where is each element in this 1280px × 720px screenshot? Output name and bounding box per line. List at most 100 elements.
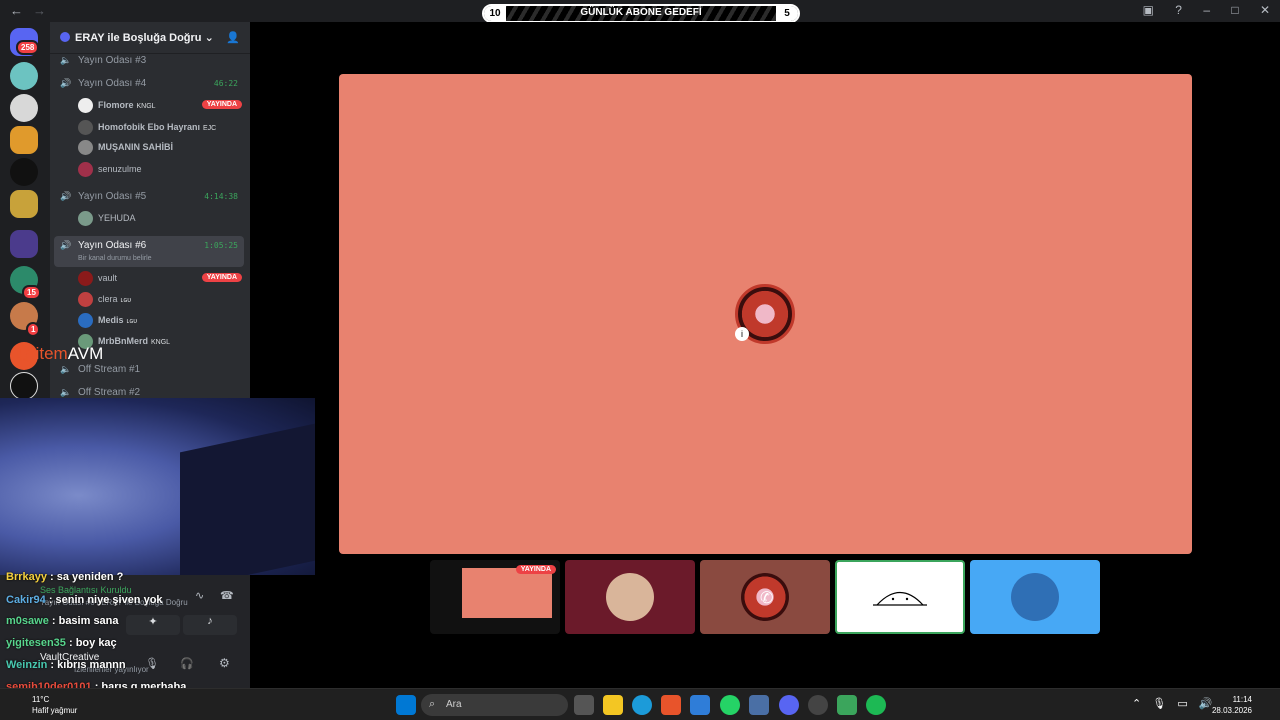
store-icon[interactable]: [661, 695, 681, 715]
speaker-icon: 🔈: [60, 387, 72, 397]
mail-icon[interactable]: [690, 695, 710, 715]
spotify-icon[interactable]: [866, 695, 886, 715]
maximize-button[interactable]: □: [1231, 3, 1238, 17]
server-badge-icon: [60, 32, 70, 42]
disconnect-icon[interactable]: ☎: [220, 589, 234, 602]
server-name: ERAY ile Boşluğa Doğru: [75, 32, 202, 44]
user-badge-icon: i: [735, 327, 749, 341]
focused-stream[interactable]: i: [339, 74, 1192, 554]
avatar: [78, 98, 93, 113]
goal-target: 5: [776, 6, 798, 21]
channel-label: Yayın Odası #6: [78, 240, 147, 251]
chat-message: Cakir94 : senin niye şiven yok: [6, 594, 163, 606]
channel-status[interactable]: Bir kanal durumu belirle: [78, 255, 152, 262]
steam-icon[interactable]: [749, 695, 769, 715]
discover-icon[interactable]: [10, 372, 38, 400]
participant-tile[interactable]: [565, 560, 695, 634]
volume-icon[interactable]: 🔊: [1199, 698, 1213, 710]
taskbar-clock[interactable]: 11:14 28.03.2026: [1212, 694, 1252, 716]
server-icon-4[interactable]: [10, 158, 38, 186]
search-icon: ⌕: [429, 698, 436, 710]
file-explorer-icon[interactable]: [603, 695, 623, 715]
voice-user[interactable]: senuzulme: [78, 161, 248, 179]
server-icon-1[interactable]: [10, 62, 38, 90]
server-icon-2[interactable]: [10, 94, 38, 122]
voice-channel-3[interactable]: 🔈 Yayın Odası #3: [54, 51, 244, 71]
voice-channel-6[interactable]: 🔊 Yayın Odası #6 1:05:25 Bir kanal durumu…: [54, 236, 244, 267]
whatsapp-icon[interactable]: [720, 695, 740, 715]
user-settings-gear-icon[interactable]: ⚙: [219, 656, 230, 670]
user-name: MUŞANIN SAHİBİ: [98, 142, 174, 152]
server-badge-15: 15: [22, 285, 41, 300]
shopping-bag-icon: 🛍: [14, 344, 36, 363]
user-name: YEHUDA: [98, 213, 136, 223]
voice-user[interactable]: YEHUDA: [78, 210, 248, 228]
channel-label: Off Stream #2: [78, 387, 141, 398]
participant-tile-stream[interactable]: YAYINDA: [430, 560, 560, 634]
voice-user[interactable]: clera ʟɢᴜ: [78, 291, 248, 309]
search-placeholder: Ara: [446, 699, 462, 710]
user-name: clera: [98, 294, 118, 304]
chat-message: Weinzin : kıbrıs mannn: [6, 659, 126, 671]
voice-user[interactable]: Flomore KNGL YAYINDA: [78, 97, 248, 115]
app-icon[interactable]: [837, 695, 857, 715]
user-name: senuzulme: [98, 164, 142, 174]
taskbar-search[interactable]: ⌕ Ara: [421, 694, 568, 716]
soundboard-button[interactable]: ♪: [183, 615, 237, 635]
minimize-button[interactable]: –: [1203, 3, 1210, 17]
back-arrow-icon[interactable]: ←: [10, 3, 23, 18]
user-name: vault: [98, 273, 118, 283]
speaker-icon: 🔊: [60, 191, 72, 201]
chevron-up-icon[interactable]: ⌃: [1132, 698, 1141, 710]
server-badge-1: 1: [26, 322, 41, 337]
user-tag: KNGL: [136, 103, 156, 110]
chat-message: yigitesen35 : boy kaç: [6, 637, 117, 649]
windows-start-icon[interactable]: [396, 695, 416, 715]
server-header[interactable]: ERAY ile Boşluğa Doğru ⌄ 👤: [50, 22, 250, 54]
server-icon-3[interactable]: [10, 126, 38, 154]
windows-taskbar: 11°C Hafif yağmur ⌕ Ara ⌃ 🎙 ▭ 🔊 11:14 28.…: [0, 688, 1280, 720]
server-folder-1[interactable]: [10, 190, 38, 218]
voice-user[interactable]: MUŞANIN SAHİBİ: [78, 139, 248, 157]
voice-user[interactable]: vault YAYINDA: [78, 270, 248, 288]
close-button[interactable]: ✕: [1260, 3, 1270, 17]
microphone-tray-icon[interactable]: 🎙: [1152, 698, 1166, 710]
voice-channel-4[interactable]: 🔊 Yayın Odası #4 46:22: [54, 74, 244, 94]
voice-channel-5[interactable]: 🔊 Yayın Odası #5 4:14:38: [54, 187, 244, 207]
obs-icon[interactable]: [808, 695, 828, 715]
live-badge: YAYINDA: [201, 273, 242, 282]
inbox-icon[interactable]: ▣: [1143, 3, 1154, 17]
clock-date: 28.03.2026: [1211, 706, 1252, 715]
participant-tile[interactable]: [835, 560, 965, 634]
forward-arrow-icon[interactable]: →: [33, 3, 46, 18]
weather-widget[interactable]: 11°C Hafif yağmur: [32, 694, 77, 716]
help-icon[interactable]: ?: [1175, 3, 1182, 17]
voice-user[interactable]: MrbBnMerd KNGL: [78, 333, 248, 351]
speaker-icon: 🔊: [60, 240, 72, 250]
discord-icon[interactable]: [779, 695, 799, 715]
voice-user[interactable]: Homofobik Ebo Hayranı EJC: [78, 119, 248, 137]
headphones-icon[interactable]: 🎧: [180, 657, 194, 670]
microphone-icon[interactable]: 🎙: [145, 657, 159, 670]
task-view-icon[interactable]: [574, 695, 594, 715]
channel-timer: 46:22: [213, 79, 238, 88]
user-tag: ʟɢᴜ: [126, 318, 138, 325]
brand-logo: 🛍itemAVM: [14, 344, 104, 363]
activities-button[interactable]: ✦: [126, 615, 180, 635]
chat-message: Brrkayy : sa yeniden ?: [6, 571, 124, 583]
streamer-avatar: i: [735, 284, 795, 344]
noise-suppression-icon[interactable]: ∿: [195, 589, 204, 602]
edge-icon[interactable]: [632, 695, 652, 715]
server-folder-2[interactable]: [10, 230, 38, 258]
add-user-icon[interactable]: 👤: [226, 31, 240, 44]
voice-user[interactable]: Medis ʟɢᴜ: [78, 312, 248, 330]
channel-label: Yayın Odası #3: [78, 55, 147, 66]
participant-tile[interactable]: ✆: [700, 560, 830, 634]
system-tray: ⌃ 🎙 ▭ 🔊: [1132, 697, 1220, 710]
network-icon[interactable]: ▭: [1177, 698, 1187, 710]
speaker-icon: 🔊: [60, 78, 72, 88]
user-name: Flomore: [98, 100, 134, 110]
avatar: [78, 120, 93, 135]
nav-arrows: ← →: [10, 3, 56, 18]
participant-tile[interactable]: [970, 560, 1100, 634]
